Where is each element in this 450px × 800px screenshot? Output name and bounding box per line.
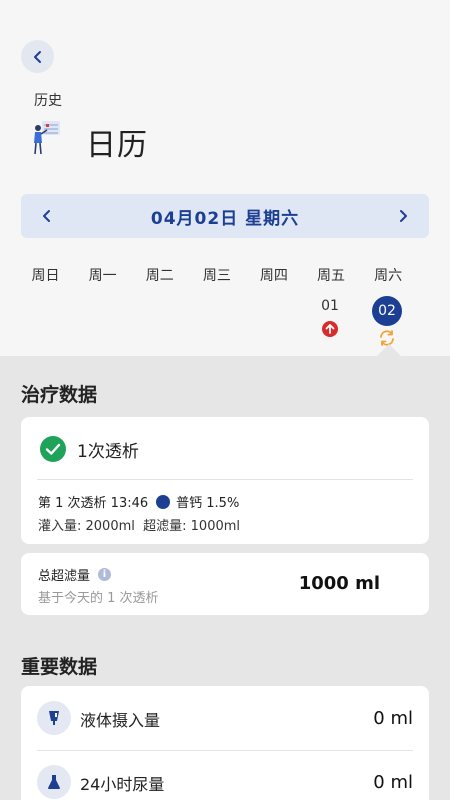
important-section-title: 重要数据 xyxy=(21,656,98,678)
weekday-mon: 周一 xyxy=(88,268,117,284)
calendar-header-area: 历史 日历 04月02日 星期六 周日 周一 周二 周三 周四 周五 周六 01 xyxy=(0,0,450,356)
dialysis-session-card[interactable]: 1次透析 第 1 次透析 13:46 普钙 1.5% 灌入量: 2000ml 超… xyxy=(21,417,429,544)
weekday-sun: 周日 xyxy=(31,268,60,284)
urine-output-row[interactable]: 24小时尿量 0 ml xyxy=(21,750,429,800)
date-navigator: 04月02日 星期六 xyxy=(21,194,429,238)
weekday-thu: 周四 xyxy=(259,268,288,284)
session-count: 1次透析 xyxy=(77,442,139,462)
weekday-tue: 周二 xyxy=(145,268,174,284)
current-date-label: 04月02日 星期六 xyxy=(150,208,300,229)
breadcrumb: 历史 xyxy=(34,93,62,109)
fluid-intake-value: 0 ml xyxy=(373,708,413,729)
flask-icon xyxy=(37,765,71,799)
info-icon[interactable]: i xyxy=(98,568,112,581)
total-uf-card: 总超滤量 i 基于今天的 1 次透析 1000 ml xyxy=(21,553,429,615)
day-number-selected: 02 xyxy=(372,296,402,326)
urine-output-value: 0 ml xyxy=(373,772,413,793)
session-detail: 第 1 次透析 13:46 普钙 1.5% xyxy=(38,492,239,511)
calendar-day-02[interactable]: 02 xyxy=(369,296,405,347)
prev-day-button[interactable] xyxy=(37,206,57,226)
weekday-fri: 周五 xyxy=(317,268,346,284)
arrow-up-red-icon xyxy=(322,321,338,337)
calendar-day-01[interactable]: 01 xyxy=(312,298,348,338)
drink-icon xyxy=(37,701,71,735)
solution-dot-icon xyxy=(156,494,171,509)
fluid-intake-row[interactable]: 液体摄入量 0 ml xyxy=(21,686,429,750)
selection-pointer xyxy=(377,344,401,356)
divider xyxy=(37,479,413,480)
calendar-illustration-icon xyxy=(34,121,60,155)
page-title: 日历 xyxy=(86,128,148,163)
day-number: 01 xyxy=(321,298,339,314)
check-circle-icon xyxy=(40,436,66,462)
solution-type: 普钙 1.5% xyxy=(176,496,240,511)
weekday-wed: 周三 xyxy=(202,268,231,284)
weekday-sat: 周六 xyxy=(374,268,403,284)
chevron-left-icon xyxy=(33,50,41,63)
treatment-section-title: 治疗数据 xyxy=(21,384,98,406)
fluid-intake-label: 液体摄入量 xyxy=(80,711,161,730)
important-data-card: 液体摄入量 0 ml 24小时尿量 0 ml xyxy=(21,686,429,800)
urine-output-label: 24小时尿量 xyxy=(80,775,165,794)
fill-drain-volumes: 灌入量: 2000ml 超滤量: 1000ml xyxy=(38,519,241,534)
weekday-header: 周日 周一 周二 周三 周四 周五 周六 xyxy=(17,265,417,285)
back-button[interactable] xyxy=(21,40,54,73)
next-day-button[interactable] xyxy=(393,206,413,226)
total-uf-label: 总超滤量 xyxy=(38,569,91,584)
total-uf-label-row: 总超滤量 i xyxy=(38,565,112,584)
total-uf-value: 1000 ml xyxy=(298,573,380,594)
total-uf-subtitle: 基于今天的 1 次透析 xyxy=(38,591,159,606)
session-time: 第 1 次透析 13:46 xyxy=(38,496,149,511)
